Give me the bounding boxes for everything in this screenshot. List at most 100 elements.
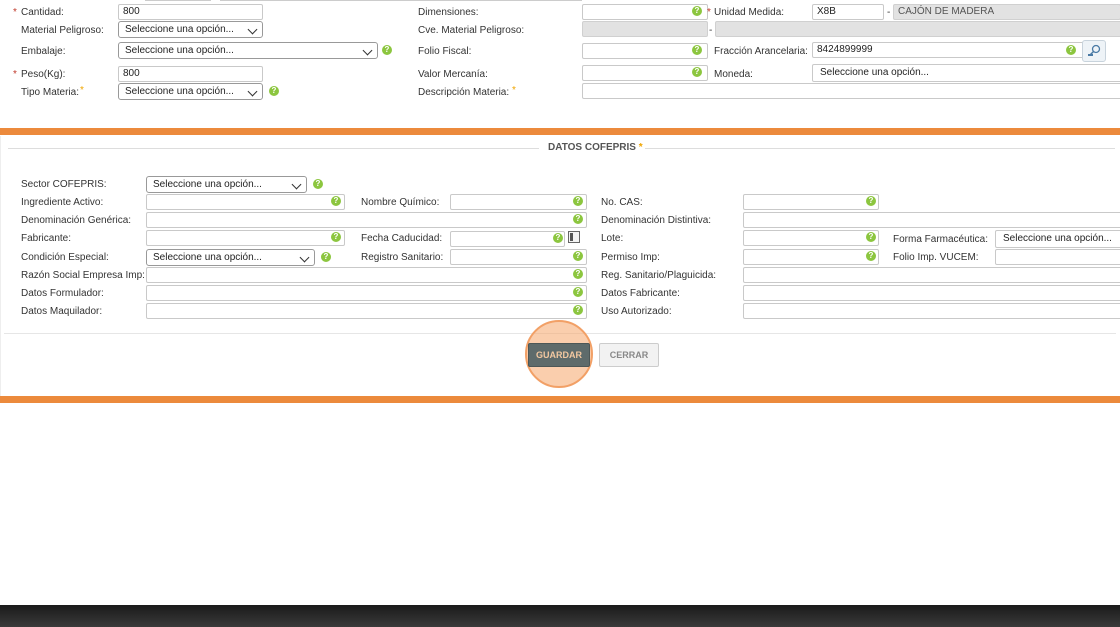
required-mark: * [512, 85, 516, 96]
material-peligroso-select[interactable]: Seleccione una opción... [118, 21, 263, 38]
legend-line-left [8, 148, 539, 149]
permiso-imp-input[interactable] [743, 249, 879, 265]
descripcion-materia-label: Descripción Materia: [418, 87, 510, 98]
moneda-select[interactable]: Seleccione una opción... [812, 64, 1120, 82]
condicion-select[interactable]: Seleccione una opción... [146, 249, 315, 266]
search-fraccion-button[interactable] [1082, 40, 1106, 62]
nombre-quimico-input[interactable] [450, 194, 587, 210]
sector-select[interactable]: Seleccione una opción... [146, 176, 307, 193]
help-icon[interactable]: ? [1066, 45, 1076, 55]
required-mark: * [707, 7, 711, 18]
chevron-down-icon [247, 86, 258, 97]
help-icon[interactable]: ? [692, 67, 702, 77]
unidad-medida-label: Unidad Medida: [714, 7, 785, 18]
forma-farmaceutica-select[interactable]: Seleccione una opción... [995, 230, 1120, 248]
help-icon[interactable]: ? [313, 179, 323, 189]
required-mark: * [638, 142, 643, 153]
uso-autorizado-label: Uso Autorizado: [601, 306, 672, 317]
folio-fiscal-input[interactable] [582, 43, 708, 59]
cve-material-desc [715, 21, 1120, 37]
datos-maquilador-label: Datos Maquilador: [21, 306, 103, 317]
peso-input[interactable]: 800 [118, 66, 263, 82]
embalaje-label: Embalaje: [21, 46, 66, 57]
calendar-icon[interactable] [568, 231, 580, 243]
no-cas-input[interactable] [743, 194, 879, 210]
registro-sanitario-input[interactable] [450, 249, 587, 265]
registro-sanitario-label: Registro Sanitario: [361, 252, 444, 263]
help-icon[interactable]: ? [866, 196, 876, 206]
chevron-down-icon [299, 252, 310, 263]
denominacion-generica-label: Denominación Genérica: [21, 215, 132, 226]
help-icon[interactable]: ? [382, 45, 392, 55]
condicion-label: Condición Especial: [21, 252, 109, 263]
chevron-down-icon [362, 45, 373, 56]
datos-fabricante-input[interactable] [743, 285, 1120, 301]
dimensiones-input[interactable] [582, 4, 708, 20]
fabricante-input[interactable] [146, 230, 345, 246]
help-icon[interactable]: ? [692, 6, 702, 16]
razon-social-input[interactable] [146, 267, 587, 283]
help-icon[interactable]: ? [573, 269, 583, 279]
fraccion-input[interactable]: 8424899999 [812, 42, 1086, 58]
top-remnant-field [145, 0, 211, 1]
cofepris-title: DATOS COFEPRIS * [548, 142, 643, 153]
embalaje-select[interactable]: Seleccione una opción... [118, 42, 378, 59]
help-icon[interactable]: ? [573, 305, 583, 315]
help-icon[interactable]: ? [331, 196, 341, 206]
help-icon[interactable]: ? [866, 232, 876, 242]
folio-imp-label: Folio Imp. VUCEM: [893, 252, 979, 263]
help-icon[interactable]: ? [573, 196, 583, 206]
moneda-label: Moneda: [714, 69, 753, 80]
folio-imp-input[interactable] [995, 249, 1120, 265]
datos-formulador-label: Datos Formulador: [21, 288, 104, 299]
help-icon[interactable]: ? [269, 86, 279, 96]
tipo-materia-value: Seleccione una opción... [125, 86, 234, 97]
datos-fabricante-label: Datos Fabricante: [601, 288, 680, 299]
no-cas-label: No. CAS: [601, 197, 643, 208]
denominacion-distintiva-input[interactable] [743, 212, 1120, 228]
material-peligroso-label: Material Peligroso: [21, 25, 104, 36]
datos-formulador-input[interactable] [146, 285, 587, 301]
nombre-quimico-label: Nombre Químico: [361, 197, 440, 208]
cerrar-button[interactable]: CERRAR [599, 343, 659, 367]
ingrediente-label: Ingrediente Activo: [21, 197, 104, 208]
unidad-medida-desc: CAJÓN DE MADERA [893, 4, 1120, 20]
tipo-materia-label: Tipo Materia: [21, 87, 79, 98]
lote-input[interactable] [743, 230, 879, 246]
material-peligroso-value: Seleccione una opción... [125, 24, 234, 35]
lote-label: Lote: [601, 233, 624, 244]
fraccion-label: Fracción Arancelaria: [714, 46, 808, 57]
sector-value: Seleccione una opción... [153, 179, 262, 190]
help-icon[interactable]: ? [553, 233, 563, 243]
reg-sanitario-label: Reg. Sanitario/Plaguicida: [601, 270, 717, 281]
help-icon[interactable]: ? [573, 287, 583, 297]
sector-label: Sector COFEPRIS: [21, 179, 107, 190]
help-icon[interactable]: ? [692, 45, 702, 55]
section-divider-bottom [0, 396, 1120, 403]
top-remnant-field [220, 0, 582, 1]
dash-separator: - [709, 25, 713, 36]
guardar-button[interactable]: GUARDAR [528, 343, 590, 367]
dash-separator: - [887, 7, 891, 18]
descripcion-materia-input[interactable] [582, 83, 1120, 99]
ingrediente-input[interactable] [146, 194, 345, 210]
valor-mercancia-input[interactable] [582, 65, 708, 81]
reg-sanitario-input[interactable] [743, 267, 1120, 283]
datos-maquilador-input[interactable] [146, 303, 587, 319]
uso-autorizado-input[interactable] [743, 303, 1120, 319]
unidad-medida-code[interactable]: X8B [812, 4, 884, 20]
help-icon[interactable]: ? [321, 252, 331, 262]
razon-social-label: Razón Social Empresa Imp: [21, 270, 145, 281]
help-icon[interactable]: ? [573, 251, 583, 261]
fecha-caducidad-input[interactable] [450, 231, 565, 247]
cofepris-title-text: DATOS COFEPRIS [548, 142, 636, 153]
tipo-materia-select[interactable]: Seleccione una opción... [118, 83, 263, 100]
required-mark: * [13, 69, 17, 80]
permiso-imp-label: Permiso Imp: [601, 252, 660, 263]
chevron-down-icon [247, 24, 258, 35]
help-icon[interactable]: ? [866, 251, 876, 261]
cantidad-input[interactable]: 800 [118, 4, 263, 20]
help-icon[interactable]: ? [331, 232, 341, 242]
help-icon[interactable]: ? [573, 214, 583, 224]
denominacion-generica-input[interactable] [146, 212, 587, 228]
